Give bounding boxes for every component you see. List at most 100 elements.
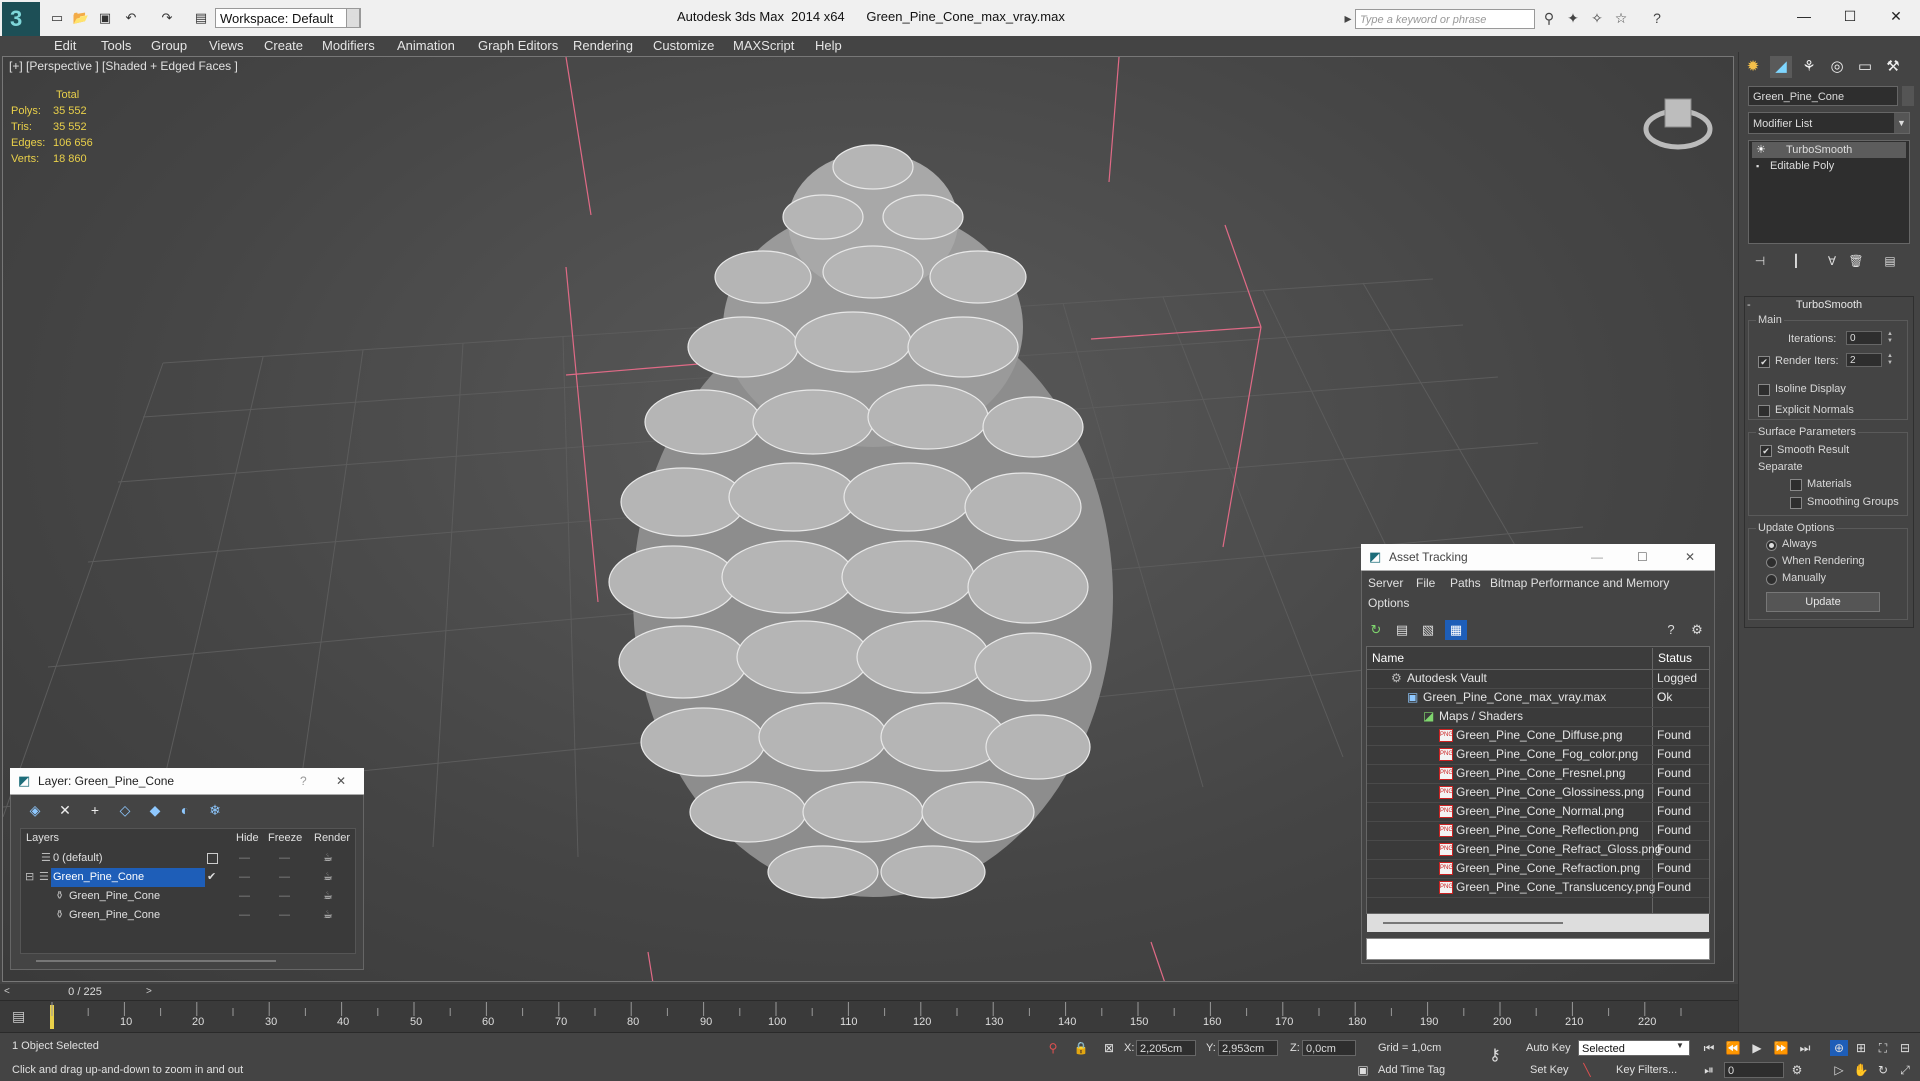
time-slider-next-icon[interactable]: > [146,986,152,997]
key-set-dropdown[interactable]: Selected [1578,1040,1690,1056]
asset-row-map[interactable]: PNG Green_Pine_Cone_Diffuse.png Found [1367,726,1709,746]
object-color-swatch[interactable] [1902,86,1914,106]
smoothing-groups-checkbox[interactable] [1790,497,1802,509]
modifier-list-dropdown[interactable]: Modifier List [1748,112,1910,134]
when-rendering-radio[interactable] [1766,557,1777,568]
viewcube[interactable] [1643,87,1713,153]
zoom-icon[interactable]: ⊕ [1830,1040,1848,1056]
render-teapot-icon[interactable]: ☕ [323,887,333,906]
render-iters-input[interactable]: 2 [1846,353,1882,367]
hide-column-header[interactable]: Hide [236,828,259,848]
menu-customize[interactable]: Customize [653,36,714,56]
show-end-result-icon[interactable]: ┃ [1786,252,1806,270]
display-tab-icon[interactable]: ▭ [1854,56,1876,78]
hide-toggle-icon[interactable]: — [239,887,250,906]
render-teapot-icon[interactable]: ☕ [323,906,333,925]
menu-maxscript[interactable]: MAXScript [733,36,794,56]
stack-item-editable-poly[interactable]: ▪ Editable Poly [1752,158,1906,174]
menu-create[interactable]: Create [264,36,303,56]
search-input[interactable]: Type a keyword or phrase [1355,9,1535,29]
redo-icon[interactable]: ↷ [158,9,176,27]
refresh-icon[interactable]: ↻ [1365,620,1387,640]
hierarchy-tab-icon[interactable]: ⚘ [1798,56,1820,78]
key-mode-icon[interactable]: ╲ [1578,1062,1596,1078]
favorites-star-icon[interactable]: ☆ [1612,9,1630,27]
create-layer-icon[interactable]: ◈ [24,800,46,820]
y-coordinate-field[interactable]: 2,953cm [1218,1040,1278,1056]
asset-path-field[interactable] [1366,938,1710,960]
render-iters-checkbox[interactable]: ✔ [1758,356,1770,368]
asset-row-map[interactable]: PNG Green_Pine_Cone_Normal.png Found [1367,802,1709,822]
open-file-icon[interactable]: 📂 [72,9,90,27]
freeze-toggle-icon[interactable]: — [279,887,290,906]
zoom-extents-icon[interactable]: ⛶ [1874,1040,1892,1056]
binoculars-icon[interactable]: ⚲ [1540,9,1558,27]
lightbulb-icon[interactable]: ☀ [1756,142,1766,158]
layers-column-header[interactable]: Layers [26,828,59,848]
field-of-view-icon[interactable]: ▷ [1830,1062,1848,1078]
asset-row-map[interactable]: PNG Green_Pine_Cone_Translucency.png Found [1367,878,1709,898]
chevron-down-icon[interactable]: ▼ [1676,1041,1684,1050]
scrollbar-thumb[interactable] [1383,922,1563,924]
list-view-icon[interactable]: ▤ [1391,620,1413,640]
x-coordinate-field[interactable]: 2,205cm [1136,1040,1196,1056]
stack-item-turbosmooth[interactable]: ☀ TurboSmooth [1752,142,1906,158]
next-frame-icon[interactable]: ⏩ [1772,1040,1790,1056]
menu-help[interactable]: Help [815,36,842,56]
absolute-mode-icon[interactable]: ⊠ [1100,1040,1118,1056]
asset-row-map[interactable]: PNG Green_Pine_Cone_Fresnel.png Found [1367,764,1709,784]
menu-graph-editors[interactable]: Graph Editors [478,36,558,56]
communication-icon[interactable]: ✧ [1588,9,1606,27]
asset-row-map[interactable]: PNG Green_Pine_Cone_Refract_Gloss.png Foun… [1367,840,1709,860]
z-coordinate-field[interactable]: 0,0cm [1302,1040,1356,1056]
materials-checkbox[interactable] [1790,479,1802,491]
explicit-normals-checkbox[interactable] [1758,405,1770,417]
manually-radio[interactable] [1766,574,1777,585]
expand-icon[interactable]: ▪ [1756,158,1759,174]
subscription-icon[interactable]: ✦ [1564,9,1582,27]
help-icon[interactable]: ? [1660,620,1682,640]
always-radio[interactable] [1766,540,1777,551]
menu-animation[interactable]: Animation [397,36,455,56]
render-teapot-icon[interactable]: ☕ [323,849,333,868]
thumbnail-view-icon[interactable]: ▧ [1417,620,1439,640]
go-to-start-icon[interactable]: ⏮ [1700,1040,1718,1056]
select-in-layer-icon[interactable]: ◇ [114,800,136,820]
asset-tracking-title-bar[interactable]: ◩ Asset Tracking — ☐ ✕ [1361,544,1715,571]
asset-row-map[interactable]: PNG Green_Pine_Cone_Fog_color.png Found [1367,745,1709,765]
key-filters-button[interactable]: Key Filters... [1616,1064,1677,1076]
freeze-toggle-icon[interactable]: — [279,906,290,925]
current-frame-field[interactable]: 0 [1724,1062,1784,1078]
set-key-button[interactable]: Set Key [1530,1064,1569,1076]
project-folder-icon[interactable]: ▤ [192,9,210,27]
motion-tab-icon[interactable]: ◎ [1826,56,1848,78]
add-time-tag-button[interactable]: Add Time Tag [1378,1064,1445,1076]
app-menu-button[interactable]: 3 [2,2,40,36]
add-to-layer-icon[interactable]: + [84,800,106,820]
new-file-icon[interactable]: ▭ [48,9,66,27]
freeze-all-layers-icon[interactable]: ❄ [204,800,226,820]
render-iters-spinner[interactable]: ▲ ▼ [1886,353,1894,367]
save-file-icon[interactable]: ▣ [96,9,114,27]
workspace-dropdown[interactable]: Workspace: Default [215,8,361,28]
remove-modifier-icon[interactable]: 🗑 [1846,252,1866,270]
freeze-column-header[interactable]: Freeze [268,828,302,848]
menu-bitmap-performance[interactable]: Bitmap Performance and Memory [1490,574,1669,592]
key-mode-toggle-icon[interactable]: ⏯ [1700,1062,1718,1078]
set-key-icon[interactable]: ⚷ [1486,1048,1504,1064]
menu-modifiers[interactable]: Modifiers [322,36,375,56]
minimize-icon[interactable]: — [1591,544,1603,570]
freeze-toggle-icon[interactable]: — [279,849,290,868]
layer-object-row[interactable]: ⚱ Green_Pine_Cone — — ☕ [21,887,355,906]
layer-object-row[interactable]: ⚱ Green_Pine_Cone — — ☕ [21,906,355,925]
pan-hand-icon[interactable]: ✋ [1852,1062,1870,1078]
asset-horizontal-scrollbar[interactable] [1367,914,1709,932]
object-name-field[interactable]: Green_Pine_Cone [1748,86,1898,106]
close-icon[interactable]: ✕ [1876,4,1916,28]
go-to-end-icon[interactable]: ⏭ [1796,1040,1814,1056]
update-button[interactable]: Update [1766,592,1880,612]
layer-window-title-bar[interactable]: ◩ Layer: Green_Pine_Cone ? ✕ [10,768,364,795]
undo-icon[interactable]: ↶ [122,9,140,27]
create-tab-icon[interactable]: ✹ [1742,56,1764,78]
layer-help-button[interactable]: ? [300,768,307,794]
